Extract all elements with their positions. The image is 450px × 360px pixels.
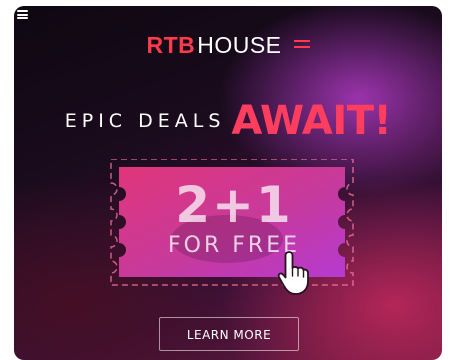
headline-epic-deals: EPIC DEALS: [64, 110, 226, 132]
logo-mark-icon: [293, 40, 310, 49]
ticket-text: 2+1 FOR FREE: [114, 166, 354, 258]
logo-rtb-text: RTB: [146, 32, 196, 58]
ad-banner[interactable]: RTBHOUSE EPIC DEALS AWAIT! 2+1 FOR FREE L…: [14, 6, 442, 360]
menu-icon[interactable]: [17, 10, 28, 19]
pointing-hand-icon: [277, 251, 309, 295]
logo-house-text: HOUSE: [197, 32, 282, 58]
headline-await: AWAIT!: [231, 98, 392, 144]
ticket-offer-number: 2+1: [175, 176, 293, 234]
learn-more-button[interactable]: LEARN MORE: [159, 317, 299, 351]
headline: EPIC DEALS AWAIT!: [14, 98, 442, 144]
rtb-house-logo: RTBHOUSE: [14, 32, 442, 59]
ticket-offer-label: FOR FREE: [168, 233, 300, 258]
